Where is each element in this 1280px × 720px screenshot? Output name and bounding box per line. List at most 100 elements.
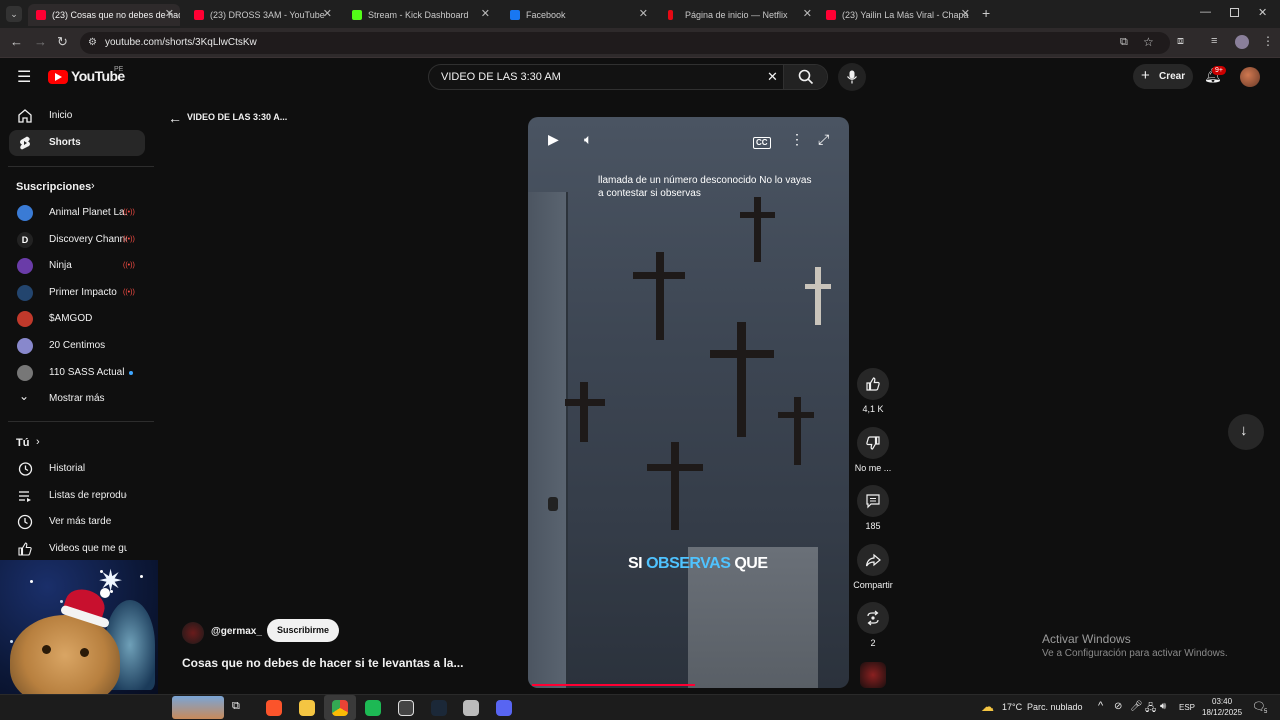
- sidebar-item-subscription[interactable]: Animal Planet La... ((•)): [9, 200, 145, 226]
- new-tab-button[interactable]: +: [982, 5, 990, 21]
- channel-avatar: [17, 285, 33, 301]
- close-icon[interactable]: ✕: [639, 7, 648, 20]
- sidebar-item-shorts[interactable]: Shorts: [9, 130, 145, 156]
- taskbar-wallpaper-thumbnail[interactable]: [172, 696, 224, 719]
- share-button[interactable]: [857, 544, 889, 576]
- chrome-icon[interactable]: [332, 700, 348, 716]
- captions-icon[interactable]: CC: [753, 137, 771, 149]
- like-button[interactable]: [857, 368, 889, 400]
- more-options-icon[interactable]: ⋮: [790, 131, 804, 148]
- forward-arrow-icon[interactable]: →: [34, 34, 47, 49]
- clock-time[interactable]: 03:40: [1212, 697, 1232, 706]
- chevron-right-icon[interactable]: ›: [91, 180, 95, 192]
- maximize-button[interactable]: [1230, 8, 1239, 17]
- voice-search-button[interactable]: [838, 63, 866, 91]
- file-explorer-icon[interactable]: [299, 700, 315, 716]
- remix-button[interactable]: [857, 602, 889, 634]
- obs-icon[interactable]: [398, 700, 414, 716]
- media-control-icon[interactable]: ≡: [1211, 35, 1217, 47]
- language-indicator[interactable]: ESP: [1179, 703, 1195, 712]
- sidebar-item-subscription[interactable]: Ninja ((•)): [9, 253, 145, 279]
- close-icon[interactable]: ✕: [165, 7, 174, 20]
- channel-avatar[interactable]: [182, 622, 204, 644]
- site-info-icon[interactable]: ⚙: [88, 37, 97, 48]
- hamburger-menu-icon[interactable]: ☰: [17, 67, 31, 87]
- video-progress-bar[interactable]: [532, 684, 695, 686]
- fullscreen-icon[interactable]: ⤢: [818, 131, 829, 148]
- bookmark-star-icon[interactable]: ☆: [1143, 35, 1154, 49]
- sidebar-item-subscription[interactable]: 110 SASS Actual: [9, 360, 145, 386]
- chevron-up-icon[interactable]: ^: [1098, 700, 1103, 712]
- comments-button[interactable]: [857, 485, 889, 517]
- close-icon[interactable]: ✕: [803, 7, 812, 20]
- microphone-icon[interactable]: 🎤︎: [1130, 701, 1143, 712]
- video-title[interactable]: Cosas que no debes de hacer si te levant…: [182, 656, 463, 670]
- browser-tab[interactable]: (23) Cosas que no debes de hacer si te l…: [28, 4, 180, 26]
- close-icon[interactable]: ✕: [961, 7, 970, 20]
- minimize-button[interactable]: —: [1200, 6, 1211, 18]
- tab-search-button[interactable]: ⌄: [6, 6, 22, 22]
- sidebar-item-subscription[interactable]: D Discovery Channel ((•)): [9, 227, 145, 253]
- install-icon[interactable]: ⧉: [1120, 36, 1128, 49]
- weather-icon[interactable]: ☁: [981, 699, 994, 715]
- discord-icon[interactable]: [496, 700, 512, 716]
- sidebar-item-subscription[interactable]: Primer Impacto ((•)): [9, 280, 145, 306]
- sidebar-item-watch-later[interactable]: Ver más tarde: [9, 509, 145, 535]
- sound-thumbnail[interactable]: [860, 662, 886, 688]
- you-heading[interactable]: Tú: [16, 437, 29, 449]
- weather-description[interactable]: Parc. nublado: [1027, 702, 1083, 712]
- tray-icon[interactable]: ⊘: [1114, 701, 1122, 712]
- spotify-icon[interactable]: [365, 700, 381, 716]
- create-button[interactable]: + Crear: [1133, 64, 1193, 89]
- back-arrow-icon[interactable]: ←: [168, 110, 182, 126]
- show-more-button[interactable]: ⌄ Mostrar más: [9, 386, 145, 412]
- browser-menu-icon[interactable]: ⋮: [1262, 34, 1274, 48]
- back-arrow-icon[interactable]: ←: [10, 34, 23, 49]
- channel-name[interactable]: @germax_: [211, 626, 262, 637]
- close-window-button[interactable]: ✕: [1258, 6, 1267, 19]
- network-icon[interactable]: 🖧: [1145, 701, 1156, 718]
- browser-tab[interactable]: (23) DROSS 3AM - YouTube ✕: [186, 4, 338, 26]
- dislike-button[interactable]: [857, 427, 889, 459]
- url-field[interactable]: ⚙ youtube.com/shorts/3KqLlwCtsKw ⧉ ☆: [80, 32, 1170, 54]
- channel-avatar: D: [17, 232, 33, 248]
- play-icon[interactable]: ▶: [548, 131, 559, 148]
- next-video-button[interactable]: ↓: [1228, 414, 1264, 450]
- browser-tab[interactable]: Página de inicio — Netflix ✕: [660, 4, 818, 26]
- browser-tab[interactable]: Facebook ✕: [502, 4, 654, 26]
- weather-temperature[interactable]: 17°C: [1002, 702, 1022, 712]
- search-bar[interactable]: VIDEO DE LAS 3:30 AM ✕: [428, 64, 828, 90]
- sidebar-item-liked-videos[interactable]: Videos que me gus...: [9, 536, 145, 562]
- browser-tab[interactable]: (23) Yailin La Más Viral - Chapa ✕: [818, 4, 976, 26]
- subscriptions-heading[interactable]: Suscripciones: [16, 181, 91, 193]
- tab-title: Stream - Kick Dashboard: [368, 10, 469, 20]
- clock-date[interactable]: 18/12/2025: [1202, 708, 1242, 717]
- sidebar-item-subscription[interactable]: $AMGOD: [9, 306, 145, 332]
- brave-icon[interactable]: [266, 700, 282, 716]
- browser-tab[interactable]: Stream - Kick Dashboard ✕: [344, 4, 496, 26]
- app-icon[interactable]: [463, 700, 479, 716]
- sidebar-item-home[interactable]: Inicio: [9, 103, 145, 129]
- profile-avatar[interactable]: [1235, 35, 1249, 49]
- subscribe-button[interactable]: Suscribirme: [267, 619, 339, 642]
- sidebar-item-label: Mostrar más: [49, 393, 105, 404]
- task-view-icon[interactable]: ⧉: [232, 700, 248, 716]
- steam-icon[interactable]: [431, 700, 447, 716]
- sidebar-item-history[interactable]: Historial: [9, 456, 145, 482]
- sidebar-item-subscription[interactable]: 20 Centimos: [9, 333, 145, 359]
- youtube-logo-icon[interactable]: [48, 70, 68, 84]
- sidebar-item-playlists[interactable]: Listas de reproducc...: [9, 483, 145, 509]
- close-icon[interactable]: ✕: [481, 7, 490, 20]
- close-icon[interactable]: ✕: [323, 7, 332, 20]
- search-button[interactable]: [783, 65, 827, 89]
- speaker-icon[interactable]: 🔊︎: [1160, 701, 1166, 712]
- reload-icon[interactable]: ↻: [57, 34, 68, 50]
- search-input[interactable]: VIDEO DE LAS 3:30 AM: [441, 71, 561, 83]
- chevron-right-icon[interactable]: ›: [36, 436, 40, 448]
- shorts-video-player[interactable]: ▶ 🔈︎ CC ⋮ ⤢ llamada de un número descono…: [528, 117, 849, 688]
- clear-search-icon[interactable]: ✕: [767, 69, 778, 85]
- user-avatar[interactable]: [1240, 67, 1260, 87]
- volume-icon[interactable]: 🔈︎: [584, 131, 592, 148]
- notifications-button[interactable]: 🔔︎ 9+: [1202, 66, 1226, 88]
- extensions-icon[interactable]: ⧈: [1177, 35, 1184, 48]
